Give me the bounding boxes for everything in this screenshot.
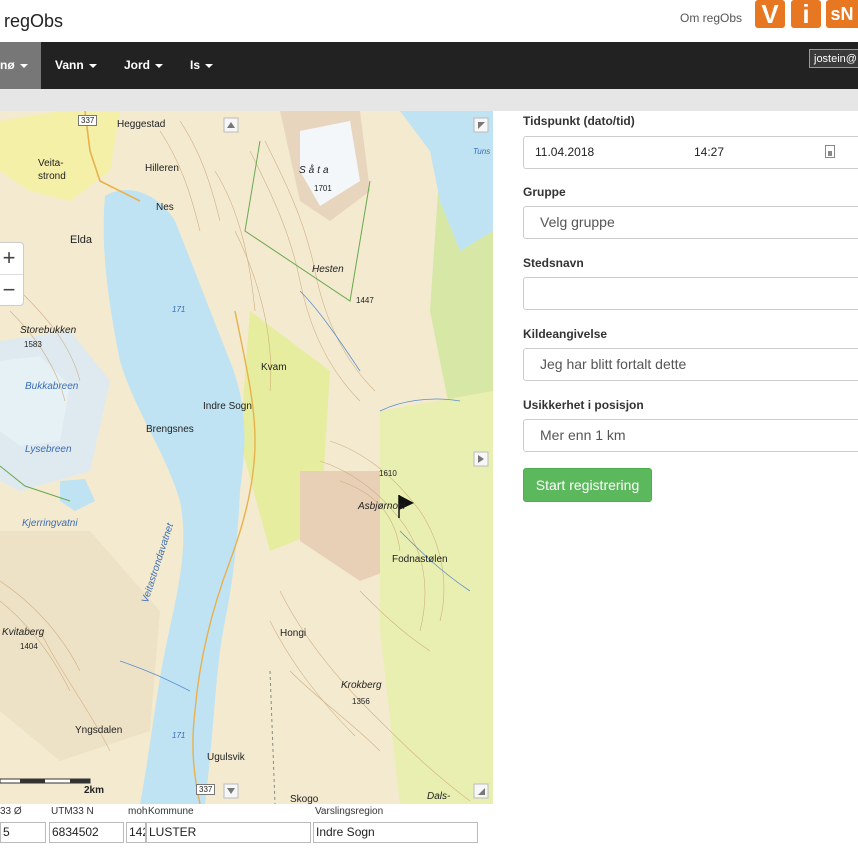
east-label: 33 Ø — [0, 806, 22, 817]
uncertainty-select[interactable]: Mer enn 1 km — [523, 419, 858, 452]
height-label: 1447 — [356, 296, 374, 305]
moh-label: moh — [128, 806, 148, 817]
scale-label: 2km — [84, 785, 105, 796]
place-label: Heggestad — [117, 119, 166, 130]
place-label: Fodnastølen — [392, 554, 448, 565]
lake-label: Kjerringvatni — [22, 518, 78, 529]
group-label: Gruppe — [523, 185, 566, 199]
place-label: Skogo — [290, 794, 319, 804]
app-brand[interactable]: regObs — [4, 11, 63, 32]
zoom-in-button[interactable]: + — [0, 243, 23, 275]
place-label: Ugulsvik — [207, 752, 245, 763]
moh-field[interactable]: 142 — [126, 822, 146, 843]
mountain-label: Storebukken — [20, 325, 77, 336]
calendar-icon[interactable] — [825, 145, 835, 158]
varsom-logo-v[interactable]: V — [755, 0, 785, 28]
chevron-down-icon — [155, 63, 164, 68]
region-label: Varslingsregion — [315, 806, 384, 817]
place-label: Kvam — [261, 362, 287, 373]
place-name-label: Stedsnavn — [523, 256, 584, 270]
source-select[interactable]: Jeg har blitt fortalt dette — [523, 348, 858, 381]
nav-item-label: Jord — [124, 58, 151, 72]
varsom-logo-i[interactable]: i — [791, 0, 821, 28]
nav-item-water[interactable]: Vann — [55, 42, 97, 89]
map-canvas — [0, 111, 493, 804]
group-select[interactable]: Velg gruppe — [523, 206, 858, 239]
mountain-label: Såta — [299, 165, 332, 176]
road-number: 337 — [196, 784, 216, 795]
lake-height-label: 171 — [172, 305, 186, 314]
nav-item-label: Vann — [55, 58, 84, 72]
chevron-down-icon — [88, 63, 97, 68]
nav-item-label: nø — [0, 58, 15, 72]
chevron-down-icon — [19, 63, 28, 68]
time-label: Tidspunkt (dato/tid) — [523, 114, 635, 128]
about-link[interactable]: Om regObs — [680, 11, 742, 25]
height-label: 1404 — [20, 642, 38, 651]
nav-item-snow[interactable]: nø — [0, 42, 41, 89]
chevron-down-icon — [205, 63, 214, 68]
place-label: Veita- strond — [38, 158, 66, 182]
kommune-field[interactable]: LUSTER — [146, 822, 311, 843]
height-label: 1610 — [379, 469, 397, 478]
lake-height-label: 171 — [172, 731, 186, 740]
zoom-control: + − — [0, 242, 24, 306]
place-label: Yngsdalen — [75, 725, 123, 736]
top-header: regObs Om regObs V i sN — [0, 0, 858, 42]
region-field[interactable]: Indre Sogn — [313, 822, 478, 843]
place-label: Dals- — [427, 791, 451, 802]
date-input[interactable]: 11.04.2018 — [535, 137, 594, 168]
height-label: 1356 — [352, 697, 370, 706]
place-name-input[interactable] — [523, 277, 858, 310]
mountain-label: Asbjørnosi — [358, 501, 406, 512]
glacier-label: Bukkabreen — [25, 381, 79, 392]
topo-map[interactable]: + − 337 Heggestad Veita- strond Hilleren… — [0, 111, 493, 804]
source-label: Kildeangivelse — [523, 327, 608, 341]
datetime-field[interactable]: 11.04.2018 14:27 — [523, 136, 858, 169]
mountain-label: Hesten — [312, 264, 344, 275]
east-field[interactable]: 5 — [0, 822, 46, 843]
north-label: UTM33 N — [51, 806, 94, 817]
mountain-label: Kvitaberg — [2, 627, 45, 638]
north-field[interactable]: 6834502 — [49, 822, 124, 843]
main-navbar: nø Vann Jord Is — [0, 42, 858, 89]
varsom-logo-sn[interactable]: sN — [826, 0, 858, 28]
uncertainty-label: Usikkerhet i posisjon — [523, 398, 644, 412]
mountain-label: Krokberg — [341, 680, 382, 691]
nav-item-ice[interactable]: Is — [190, 42, 214, 89]
height-label: 1701 — [314, 184, 332, 193]
coordinate-panel: 33 Ø UTM33 N moh Kommune Varslingsregion… — [0, 806, 500, 857]
time-input[interactable]: 14:27 — [694, 137, 724, 168]
height-label: 1583 — [24, 340, 42, 349]
place-label: Brengsnes — [146, 424, 194, 435]
start-registration-button[interactable]: Start registrering — [523, 468, 652, 502]
place-label: Nes — [156, 202, 174, 213]
glacier-label: Lysebreen — [25, 444, 72, 455]
toolbar-strip — [0, 89, 858, 111]
place-label: Hongi — [280, 628, 307, 639]
road-number: 337 — [78, 115, 98, 126]
zoom-out-button[interactable]: − — [0, 275, 23, 306]
user-menu-button[interactable]: jostein@ — [809, 49, 858, 68]
place-label: Elda — [70, 234, 93, 246]
place-label: Hilleren — [145, 163, 179, 174]
nav-item-label: Is — [190, 58, 201, 72]
water-label: Tuns — [473, 147, 491, 156]
kommune-label: Kommune — [148, 806, 194, 817]
nav-item-soil[interactable]: Jord — [124, 42, 164, 89]
place-label: Indre Sogn — [203, 401, 252, 412]
